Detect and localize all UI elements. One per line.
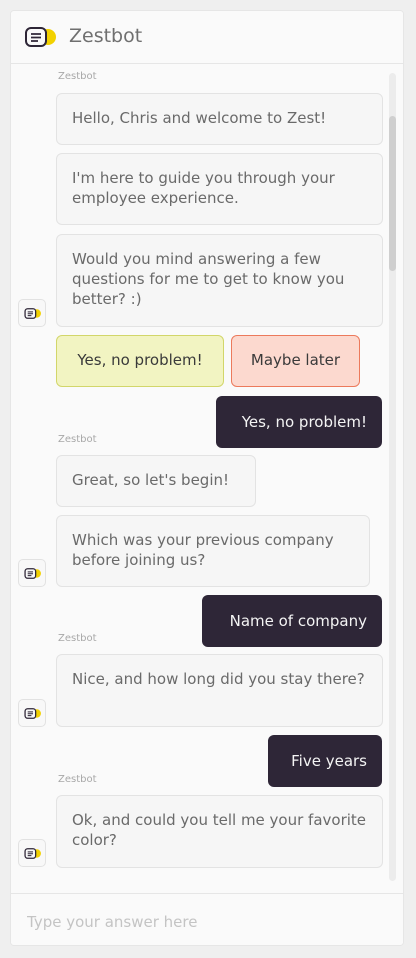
scrollbar-thumb[interactable] bbox=[389, 116, 396, 271]
answer-input[interactable] bbox=[25, 908, 389, 936]
bot-avatar bbox=[18, 699, 46, 727]
zestbot-logo-icon bbox=[25, 27, 56, 47]
answer-input-area bbox=[11, 893, 403, 945]
bot-avatar bbox=[18, 559, 46, 587]
zestbot-avatar-icon bbox=[24, 308, 41, 319]
bot-message: Would you mind answering a few questions… bbox=[56, 234, 383, 327]
yes-choice-button[interactable]: Yes, no problem! bbox=[56, 335, 224, 387]
zestbot-avatar-icon bbox=[24, 568, 41, 579]
message-sender: Zestbot bbox=[58, 774, 97, 785]
bot-message: Which was your previous company before j… bbox=[56, 515, 370, 587]
message-sender: Zestbot bbox=[58, 633, 97, 644]
zestbot-avatar-icon bbox=[24, 708, 41, 719]
user-reply: Five years bbox=[268, 735, 382, 787]
chat-title: Zestbot bbox=[69, 25, 143, 47]
message-sender: Zestbot bbox=[58, 434, 97, 445]
maybe-later-button[interactable]: Maybe later bbox=[231, 335, 360, 387]
bot-message: Nice, and how long did you stay there? bbox=[56, 654, 383, 727]
bot-avatar bbox=[18, 839, 46, 867]
user-reply: Yes, no problem! bbox=[216, 396, 382, 448]
bot-avatar bbox=[18, 299, 46, 327]
bot-message: Great, so let's begin! bbox=[56, 455, 256, 507]
chat-header: Zestbot bbox=[11, 11, 403, 64]
bot-message: I'm here to guide you through your emplo… bbox=[56, 153, 383, 225]
message-sender: Zestbot bbox=[58, 71, 97, 82]
zestbot-avatar-icon bbox=[24, 848, 41, 859]
bot-message: Ok, and could you tell me your favorite … bbox=[56, 795, 383, 868]
user-reply: Name of company bbox=[202, 595, 382, 647]
chat-panel: Zestbot Zestbot Hello, Chris and welcome… bbox=[10, 10, 404, 946]
bot-message: Hello, Chris and welcome to Zest! bbox=[56, 93, 383, 145]
